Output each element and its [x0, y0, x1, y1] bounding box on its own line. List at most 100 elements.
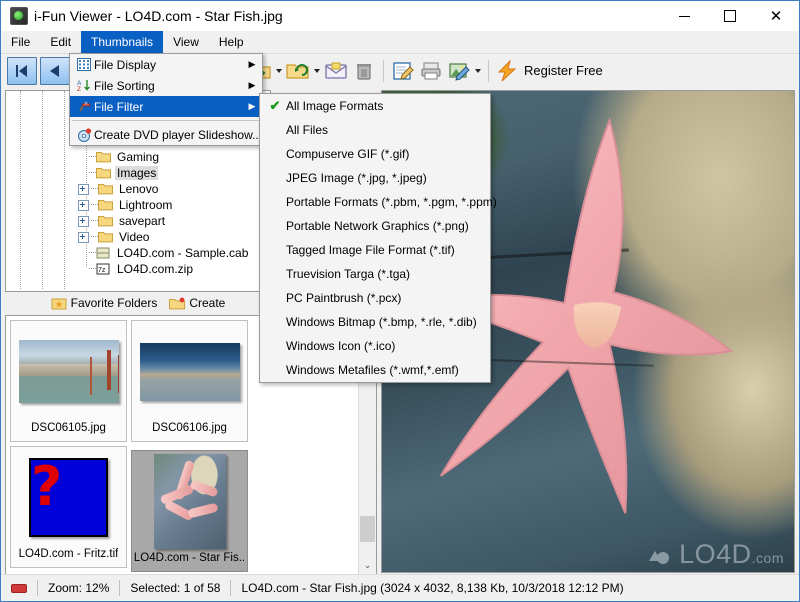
status-stop-cell[interactable] [1, 575, 37, 601]
register-free-button[interactable]: Register Free [496, 59, 603, 82]
first-image-button[interactable] [7, 56, 37, 85]
favorite-folders-button[interactable]: Favorite Folders [51, 296, 158, 310]
thumbnail-item-selected[interactable]: LO4D.com - Star Fis.. [131, 450, 248, 572]
menu-item-file-sorting[interactable]: AZ File Sorting ▶ [70, 75, 262, 96]
maximize-button[interactable] [707, 1, 753, 31]
menu-thumbnails[interactable]: Thumbnails [81, 31, 164, 53]
previous-image-button[interactable] [40, 56, 70, 85]
filter-item-label: Portable Formats (*.pbm, *.pgm, *.ppm) [286, 195, 497, 209]
filter-item-tif[interactable]: Tagged Image File Format (*.tif) [260, 238, 490, 262]
favorite-folders-label: Favorite Folders [70, 296, 158, 310]
thumbnail-item[interactable]: ? LO4D.com - Fritz.tif [10, 446, 127, 568]
thumbnail-image-wrap [18, 329, 119, 415]
folder-icon [96, 151, 111, 163]
image-editor-button[interactable] [445, 57, 473, 85]
folder-icon [98, 215, 113, 227]
filter-item-tga[interactable]: Truevision Targa (*.tga) [260, 262, 490, 286]
toolbar-separator [383, 59, 384, 82]
image-editor-dropdown[interactable] [473, 57, 483, 85]
delete-button[interactable] [350, 57, 378, 85]
thumbnail-image-wrap [140, 454, 240, 549]
filter-item-jpeg[interactable]: JPEG Image (*.jpg, *.jpeg) [260, 166, 490, 190]
status-selected-count: Selected: 1 of 58 [130, 581, 221, 595]
close-button[interactable]: ✕ [753, 1, 799, 31]
tree-item-gaming[interactable]: Gaming [78, 149, 270, 165]
tree-item-lightroom[interactable]: Lightroom [78, 197, 270, 213]
expand-toggle[interactable] [78, 265, 87, 274]
folder-icon [98, 231, 113, 243]
thumbnail-label: LO4D.com - Star Fis.. [133, 551, 246, 564]
sort-az-icon: AZ [74, 79, 94, 92]
tree-connector [91, 236, 98, 238]
cab-icon [96, 247, 111, 259]
tree-item-label: Images [115, 166, 159, 180]
thumbnails-menu[interactable]: File Display ▶ AZ File Sorting ▶ File Fi… [69, 53, 263, 146]
filter-item-pcx[interactable]: PC Paintbrush (*.pcx) [260, 286, 490, 310]
edit-notes-button[interactable] [389, 57, 417, 85]
filter-item-metafiles[interactable]: Windows Metafiles (*.wmf,*.emf) [260, 358, 490, 382]
filter-item-portable-formats[interactable]: Portable Formats (*.pbm, *.pgm, *.ppm) [260, 190, 497, 214]
thumbnail-label: DSC06105.jpg [31, 421, 106, 434]
copy-to-folder-button[interactable] [284, 57, 312, 85]
tree-item-sample-cab[interactable]: LO4D.com - Sample.cab [78, 245, 270, 261]
tree-connector [89, 172, 96, 174]
tree-item-video[interactable]: Video [78, 229, 270, 245]
file-filter-menu[interactable]: ✔ All Image Formats All Files Compuserve… [259, 93, 497, 383]
zip-icon: 7z [96, 263, 111, 275]
svg-text:7z: 7z [98, 267, 106, 274]
expand-toggle[interactable] [78, 183, 89, 195]
move-to-folder-dropdown[interactable] [274, 57, 284, 85]
filter-item-bmp[interactable]: Windows Bitmap (*.bmp, *.rle, *.dib) [260, 310, 490, 334]
menu-item-label: File Sorting [94, 78, 155, 93]
expand-toggle[interactable] [78, 231, 89, 243]
title-bar: i-Fun Viewer - LO4D.com - Star Fish.jpg … [1, 1, 799, 31]
submenu-arrow-icon: ▶ [248, 80, 256, 90]
filter-icon [74, 100, 94, 113]
expand-toggle[interactable] [78, 169, 87, 178]
thumbnail-item[interactable]: DSC06105.jpg [10, 320, 127, 442]
menu-item-file-filter[interactable]: File Filter ▶ [70, 96, 262, 117]
filter-item-png[interactable]: Portable Network Graphics (*.png) [260, 214, 490, 238]
tree-item-lo4d-zip[interactable]: 7z LO4D.com.zip [78, 261, 270, 277]
thumbnail-item[interactable]: DSC06106.jpg [131, 320, 248, 442]
status-bar: Zoom: 12% Selected: 1 of 58 LO4D.com - S… [1, 574, 799, 601]
tree-item-label: LO4D.com - Sample.cab [117, 246, 249, 260]
menu-edit[interactable]: Edit [40, 31, 81, 53]
email-button[interactable] [322, 57, 350, 85]
filter-item-ico[interactable]: Windows Icon (*.ico) [260, 334, 490, 358]
expand-toggle[interactable] [78, 249, 87, 258]
filter-item-all-files[interactable]: All Files [260, 118, 490, 142]
tree-item-images[interactable]: Images [78, 165, 270, 181]
filter-item-gif[interactable]: Compuserve GIF (*.gif) [260, 142, 490, 166]
thumbnail-label: DSC06106.jpg [152, 421, 227, 434]
scrollbar-thumb[interactable] [360, 516, 375, 542]
tree-item-label: LO4D.com.zip [117, 262, 194, 276]
menu-separator [72, 120, 260, 121]
menu-view[interactable]: View [163, 31, 209, 53]
tree-item-lenovo[interactable]: Lenovo [78, 181, 270, 197]
thumbnail-image: ? [29, 458, 108, 537]
menu-file[interactable]: File [1, 31, 40, 53]
expand-toggle[interactable] [78, 199, 89, 211]
folder-icon [98, 183, 113, 195]
lightning-icon [497, 59, 517, 81]
filter-item-label: All Files [286, 123, 329, 137]
expand-toggle[interactable] [78, 153, 87, 162]
menu-item-file-display[interactable]: File Display ▶ [70, 54, 262, 75]
print-button[interactable] [417, 57, 445, 85]
filter-item-all-image-formats[interactable]: ✔ All Image Formats [260, 94, 490, 118]
tree-connector [89, 268, 96, 270]
scroll-down-button[interactable]: ⌄ [359, 557, 376, 574]
create-folder-button[interactable]: Create [169, 296, 225, 310]
menu-item-create-dvd-slideshow[interactable]: Create DVD player Slideshow... [70, 124, 262, 145]
tree-item-savepart[interactable]: savepart [78, 213, 270, 229]
filter-item-label: Compuserve GIF (*.gif) [286, 147, 410, 161]
minimize-button[interactable] [661, 1, 707, 31]
copy-to-folder-dropdown[interactable] [312, 57, 322, 85]
expand-toggle[interactable] [78, 215, 89, 227]
app-icon [10, 7, 28, 25]
status-zoom: Zoom: 12% [48, 581, 110, 595]
filter-item-label: Portable Network Graphics (*.png) [286, 219, 469, 233]
menu-help[interactable]: Help [209, 31, 254, 53]
star-folder-icon [51, 297, 67, 310]
